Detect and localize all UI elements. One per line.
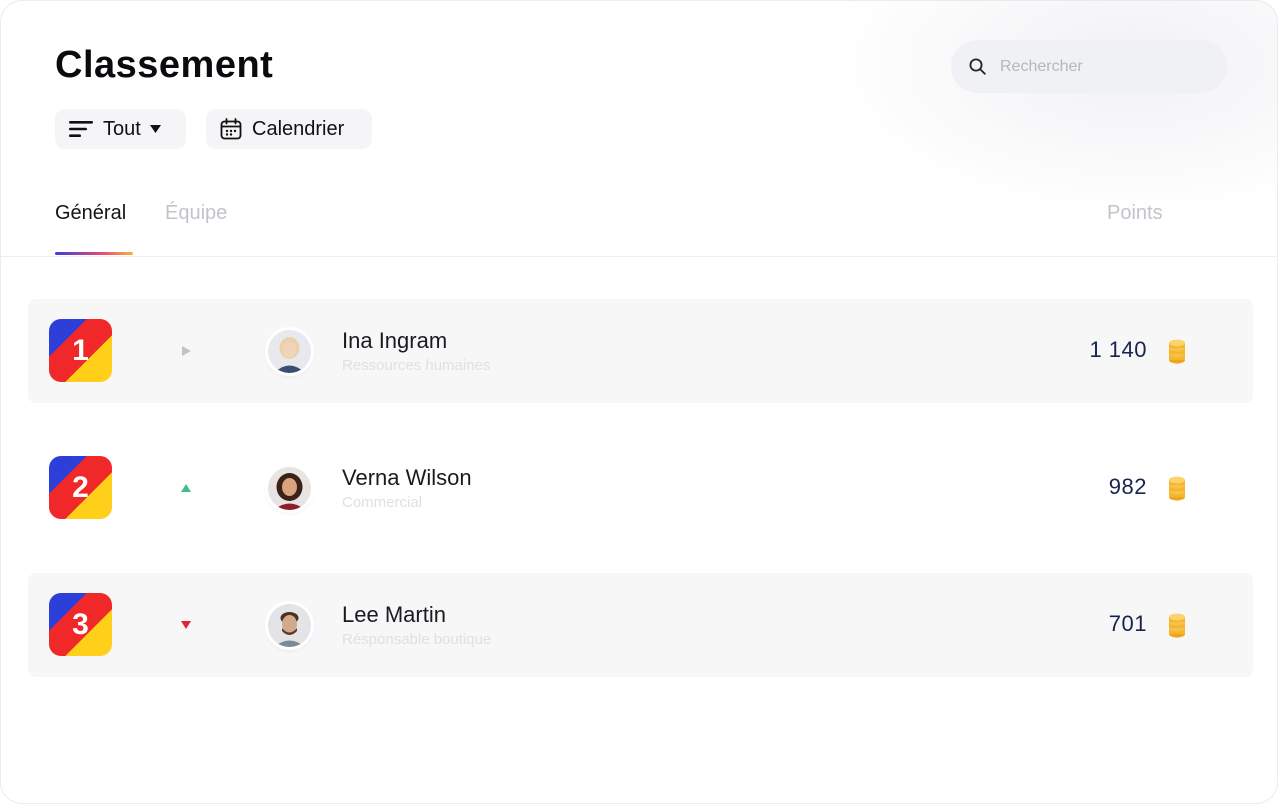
- calendar-icon: [220, 118, 242, 140]
- calendar-label: Calendrier: [252, 117, 345, 140]
- rank-badge: 2: [49, 456, 112, 519]
- coins-icon: [1169, 613, 1185, 638]
- tabs-divider: [0, 256, 1278, 257]
- tab-team[interactable]: Équipe: [165, 202, 227, 225]
- list-filter-icon: [69, 121, 93, 137]
- avatar: [268, 467, 311, 510]
- leaderboard-row[interactable]: 3 Lee Martin Résponsable boutique 701: [28, 573, 1253, 677]
- user-name: Lee Martin: [342, 602, 446, 627]
- avatar: [268, 604, 311, 647]
- search-input[interactable]: [998, 56, 1202, 77]
- user-role: Résponsable boutique: [342, 631, 492, 648]
- points-column-header: Points: [1107, 202, 1163, 224]
- active-tab-indicator: [55, 252, 133, 255]
- background-glow: [820, 0, 1278, 220]
- leaderboard-row[interactable]: 1 Ina Ingram Ressources humaines 1 140: [28, 299, 1253, 403]
- search-icon: [969, 58, 986, 75]
- user-name: Verna Wilson: [342, 465, 472, 490]
- rank-badge: 1: [49, 319, 112, 382]
- tab-general[interactable]: Général: [55, 202, 126, 225]
- triangle-up-icon: [178, 480, 194, 496]
- points-value: 982: [1108, 474, 1147, 499]
- user-name: Ina Ingram: [342, 328, 448, 353]
- user-role: Commercial: [342, 494, 423, 511]
- user-role: Ressources humaines: [342, 357, 491, 374]
- filter-all-dropdown[interactable]: Tout: [55, 109, 186, 149]
- leaderboard-row[interactable]: 2 Verna Wilson Commercial 982: [28, 436, 1253, 540]
- rank-badge: 3: [49, 593, 112, 656]
- filter-all-label: Tout: [103, 117, 141, 140]
- page-title: Classement: [55, 44, 274, 86]
- calendar-button[interactable]: Calendrier: [206, 109, 372, 149]
- caret-down-icon: [149, 125, 161, 133]
- avatar: [268, 330, 311, 373]
- coins-icon: [1169, 339, 1185, 364]
- points-value: 1 140: [1089, 337, 1147, 362]
- triangle-down-icon: [178, 617, 194, 633]
- leaderboard-window: Classement Tout Calendrier Général Éq: [0, 0, 1278, 804]
- points-value: 701: [1108, 611, 1147, 636]
- triangle-right-icon: [178, 343, 194, 359]
- search-box[interactable]: [951, 40, 1227, 93]
- coins-icon: [1169, 476, 1185, 501]
